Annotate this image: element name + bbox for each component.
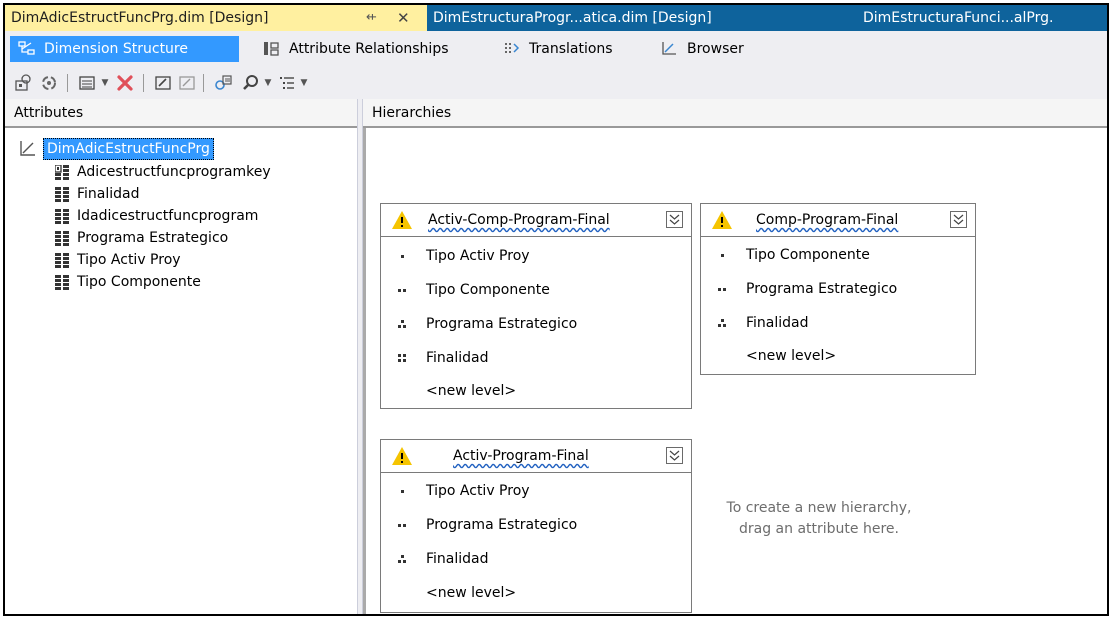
attribute-label: Tipo Componente bbox=[77, 274, 201, 290]
tab-dimension-structure[interactable]: Dimension Structure bbox=[10, 36, 239, 62]
close-icon[interactable]: ✕ bbox=[397, 5, 410, 31]
document-tab-strip: DimAdicEstructFuncPrg.dim [Design] ⇷ ✕ D… bbox=[5, 5, 1107, 31]
attribute-icon bbox=[55, 275, 69, 290]
new-level-placeholder[interactable]: <new level> bbox=[746, 339, 836, 373]
warning-icon bbox=[392, 211, 412, 229]
collapse-icon[interactable] bbox=[666, 447, 683, 464]
doc-tab-label: DimEstructuraFunci...alPrg. bbox=[863, 10, 1054, 26]
level-label: Programa Estrategico bbox=[426, 517, 578, 533]
doc-tab-dimestructurafuncional[interactable]: DimEstructuraFunci...alPrg. bbox=[857, 5, 1107, 31]
attribute-icon bbox=[55, 253, 69, 268]
doc-tab-dimestructuraprogramatica[interactable]: DimEstructuraProgr...atica.dim [Design] bbox=[427, 5, 857, 31]
level-3-icon bbox=[718, 319, 726, 327]
tab-browser[interactable]: Browser bbox=[653, 36, 768, 62]
designer-toolbar: ▼ ▼ ▼ bbox=[5, 67, 1107, 100]
attribute-label: Tipo Activ Proy bbox=[77, 252, 181, 268]
tab-label: Translations bbox=[529, 41, 613, 57]
view-icon[interactable] bbox=[77, 73, 97, 93]
attribute-label: Idadicestructfuncprogram bbox=[77, 208, 259, 224]
properties-icon[interactable] bbox=[177, 73, 197, 93]
attribute-icon bbox=[55, 209, 69, 224]
tab-translations[interactable]: Translations bbox=[495, 36, 645, 62]
attributes-pane-header: Attributes bbox=[5, 99, 357, 128]
level-label: Tipo Componente bbox=[426, 282, 550, 298]
warning-icon bbox=[392, 447, 412, 465]
level-3-icon bbox=[398, 320, 406, 328]
tab-label: Attribute Relationships bbox=[289, 41, 449, 57]
attribute-icon bbox=[55, 231, 69, 246]
level-3-icon bbox=[398, 555, 406, 563]
attribute-icon bbox=[55, 187, 69, 202]
level-4-icon bbox=[398, 354, 406, 362]
delete-icon[interactable] bbox=[115, 73, 135, 93]
attribute-relationships-icon bbox=[264, 42, 279, 56]
view-dropdown-icon[interactable]: ▼ bbox=[100, 73, 110, 93]
new-level-placeholder[interactable]: <new level> bbox=[426, 374, 516, 408]
doc-tab-dimadicestructfuncprg[interactable]: DimAdicEstructFuncPrg.dim [Design] ⇷ ✕ bbox=[5, 5, 427, 31]
attribute-label: Finalidad bbox=[77, 186, 140, 202]
level-label: Programa Estrategico bbox=[746, 281, 898, 297]
attribute-label: Programa Estrategico bbox=[77, 230, 229, 246]
attributes-pane: DimAdicEstructFuncPrg Adicestructfuncpro… bbox=[5, 128, 357, 614]
hierarchy-header: Activ-Comp-Program-Final bbox=[381, 204, 691, 237]
key-attribute-icon bbox=[55, 165, 69, 180]
level-1-icon bbox=[401, 255, 404, 258]
level-1-icon bbox=[401, 490, 404, 493]
layout-dropdown-icon[interactable]: ▼ bbox=[299, 73, 309, 93]
designer-window: DimAdicEstructFuncPrg.dim [Design] ⇷ ✕ D… bbox=[3, 3, 1109, 616]
level-2-icon bbox=[398, 289, 406, 292]
level-1-icon bbox=[721, 254, 724, 257]
collapse-icon[interactable] bbox=[950, 211, 967, 228]
hierarchy-name[interactable]: Activ-Program-Final bbox=[453, 440, 589, 473]
hierarchy-box[interactable]: Activ-Program-Final Tipo Activ Proy Prog… bbox=[380, 439, 692, 613]
hierarchies-pane: Activ-Comp-Program-Final Tipo Activ Proy… bbox=[363, 128, 1107, 614]
level-label: Finalidad bbox=[426, 350, 489, 366]
layout-icon[interactable] bbox=[277, 73, 297, 93]
level-label: Tipo Componente bbox=[746, 247, 870, 263]
drop-zone-hint: To create a new hierarchy, drag an attri… bbox=[699, 498, 939, 540]
hint-line: drag an attribute here. bbox=[739, 521, 899, 537]
level-label: Finalidad bbox=[426, 551, 489, 567]
level-label: Finalidad bbox=[746, 315, 809, 331]
tab-label: Dimension Structure bbox=[44, 41, 188, 57]
level-label: Programa Estrategico bbox=[426, 316, 578, 332]
doc-tab-label: DimAdicEstructFuncPrg.dim [Design] bbox=[11, 10, 269, 26]
dimension-icon bbox=[20, 141, 35, 156]
browser-icon bbox=[662, 42, 676, 55]
warning-icon bbox=[712, 211, 732, 229]
translations-icon bbox=[505, 43, 520, 53]
process-icon[interactable] bbox=[13, 73, 33, 93]
hierarchy-header: Comp-Program-Final bbox=[701, 204, 975, 237]
dimension-structure-icon bbox=[18, 41, 35, 55]
hint-line: To create a new hierarchy, bbox=[726, 500, 912, 516]
reconnect-icon[interactable] bbox=[39, 73, 59, 93]
rename-icon[interactable] bbox=[153, 73, 173, 93]
tab-label: Browser bbox=[687, 41, 744, 57]
level-2-icon bbox=[398, 524, 406, 527]
zoom-icon[interactable] bbox=[241, 73, 261, 93]
hierarchy-box[interactable]: Comp-Program-Final Tipo Componente Progr… bbox=[700, 203, 976, 375]
hierarchy-box[interactable]: Activ-Comp-Program-Final Tipo Activ Proy… bbox=[380, 203, 692, 409]
designer-tab-bar: Dimension Structure Attribute Relationsh… bbox=[5, 31, 1107, 67]
level-label: Tipo Activ Proy bbox=[426, 483, 530, 499]
zoom-dropdown-icon[interactable]: ▼ bbox=[263, 73, 273, 93]
hierarchy-name[interactable]: Comp-Program-Final bbox=[756, 204, 898, 237]
dimension-name: DimAdicEstructFuncPrg bbox=[43, 138, 214, 160]
level-label: Tipo Activ Proy bbox=[426, 248, 530, 264]
hierarchy-header: Activ-Program-Final bbox=[381, 440, 691, 473]
level-2-icon bbox=[718, 288, 726, 291]
collapse-icon[interactable] bbox=[666, 211, 683, 228]
attribute-label: Adicestructfuncprogramkey bbox=[77, 164, 271, 180]
new-level-placeholder[interactable]: <new level> bbox=[426, 576, 516, 610]
new-hierarchy-icon[interactable] bbox=[213, 73, 233, 93]
hierarchies-pane-header: Hierarchies bbox=[363, 99, 1107, 128]
hierarchy-name[interactable]: Activ-Comp-Program-Final bbox=[428, 204, 610, 237]
doc-tab-label: DimEstructuraProgr...atica.dim [Design] bbox=[433, 10, 712, 26]
pin-icon[interactable]: ⇷ bbox=[366, 5, 377, 31]
tab-attribute-relationships[interactable]: Attribute Relationships bbox=[255, 36, 487, 62]
